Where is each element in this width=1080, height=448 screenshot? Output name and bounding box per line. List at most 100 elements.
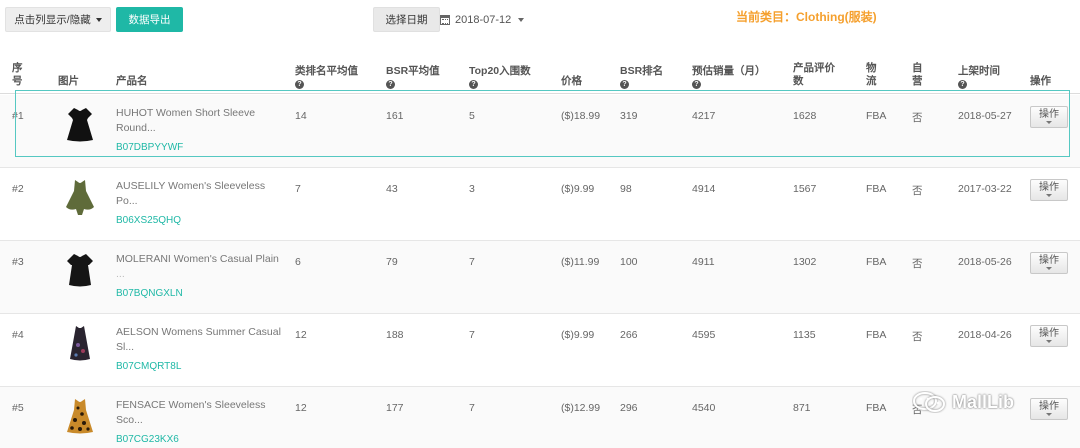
chevron-down-icon bbox=[1046, 413, 1052, 416]
product-name[interactable]: HUHOT Women Short Sleeve Round... bbox=[116, 106, 286, 136]
bsr-avg-value: 161 bbox=[386, 110, 404, 122]
est-sales-value: 4911 bbox=[692, 256, 715, 268]
header-product-name: 产品名 bbox=[116, 75, 148, 87]
product-name[interactable]: AELSON Womens Summer Casual Sl... bbox=[116, 325, 286, 355]
header-logistics: 物 流 bbox=[866, 62, 877, 88]
reviews-value: 1302 bbox=[793, 256, 817, 268]
self-operated-value: 否 bbox=[912, 331, 923, 343]
bsr-avg-value: 188 bbox=[386, 329, 404, 341]
product-image[interactable] bbox=[58, 395, 102, 437]
header-actions: 操作 bbox=[1030, 75, 1051, 87]
row-index: #2 bbox=[12, 183, 24, 195]
row-action-label: 操作 bbox=[1039, 401, 1059, 412]
row-action-label: 操作 bbox=[1039, 255, 1059, 266]
header-listed-time[interactable]: 上架时间 ? bbox=[958, 65, 1000, 91]
self-operated-value: 否 bbox=[912, 258, 923, 270]
header-reviews[interactable]: 产品评价 数 bbox=[793, 62, 835, 88]
header-bsr-rank[interactable]: BSR排名 ? bbox=[620, 65, 663, 91]
asin-link[interactable]: B06XS25QHQ bbox=[116, 215, 181, 226]
chevron-down-icon bbox=[518, 17, 525, 22]
select-date-label: 选择日期 bbox=[385, 14, 428, 26]
dress-black-image bbox=[67, 108, 93, 142]
reviews-value: 871 bbox=[793, 402, 811, 414]
listed-date-value: 2018-05-26 bbox=[958, 256, 1012, 268]
row-action-label: 操作 bbox=[1039, 328, 1059, 339]
help-icon[interactable]: ? bbox=[620, 79, 629, 89]
logistics-value: FBA bbox=[866, 402, 887, 414]
chevron-down-icon bbox=[1046, 267, 1052, 270]
product-name-line2: Sl... bbox=[116, 341, 135, 353]
asin-link[interactable]: B07BQNGXLN bbox=[116, 288, 183, 299]
export-label: 数据导出 bbox=[128, 14, 171, 26]
price-value: ($)12.99 bbox=[561, 402, 601, 414]
row-action-label: 操作 bbox=[1039, 109, 1059, 120]
row-action-button[interactable]: 操作 bbox=[1030, 325, 1068, 347]
wechat-icon bbox=[913, 392, 945, 412]
export-button[interactable]: 数据导出 bbox=[116, 7, 183, 32]
asin-link[interactable]: B07CMQRT8L bbox=[116, 361, 181, 372]
row-index: #5 bbox=[12, 402, 24, 414]
logistics-value: FBA bbox=[866, 110, 887, 122]
header-bsr-avg[interactable]: BSR平均值 ? bbox=[386, 65, 440, 91]
bsr-avg-value: 43 bbox=[386, 183, 398, 195]
select-date-button[interactable]: 选择日期 bbox=[373, 7, 440, 32]
price-value: ($)9.99 bbox=[561, 329, 595, 341]
product-name-line2: Sco... bbox=[116, 414, 143, 426]
asin-link[interactable]: B07CG23KX6 bbox=[116, 434, 179, 445]
header-bsr-rank-label: BSR排名 bbox=[620, 65, 664, 77]
listed-date-value: 2018-05-27 bbox=[958, 110, 1012, 122]
date-value: 2018-07-12 bbox=[455, 13, 512, 26]
bsr-rank-value: 98 bbox=[620, 183, 632, 195]
bsr-rank-value: 266 bbox=[620, 329, 638, 341]
header-top20[interactable]: Top20入围数 ? bbox=[469, 65, 531, 91]
rank-avg-value: 12 bbox=[295, 329, 307, 341]
row-action-button[interactable]: 操作 bbox=[1030, 106, 1068, 128]
product-image[interactable] bbox=[58, 249, 102, 291]
bsr-avg-value: 79 bbox=[386, 256, 398, 268]
help-icon[interactable]: ? bbox=[958, 79, 967, 89]
product-image[interactable] bbox=[58, 176, 102, 218]
header-reviews-line1: 产品评价 bbox=[793, 62, 835, 74]
header-image: 图片 bbox=[58, 75, 79, 87]
top20-value: 7 bbox=[469, 329, 475, 341]
row-action-button[interactable]: 操作 bbox=[1030, 398, 1068, 420]
help-icon[interactable]: ? bbox=[469, 79, 478, 89]
row-action-button[interactable]: 操作 bbox=[1030, 179, 1068, 201]
chevron-down-icon bbox=[95, 17, 102, 22]
row-action-button[interactable]: 操作 bbox=[1030, 252, 1068, 274]
header-index[interactable]: 序 号 bbox=[12, 62, 23, 88]
asin-link[interactable]: B07DBPYYWF bbox=[116, 142, 183, 153]
product-image[interactable] bbox=[58, 322, 102, 364]
toggle-columns-button[interactable]: 点击列显示/隐藏 bbox=[5, 7, 111, 32]
product-name[interactable]: FENSACE Women's Sleeveless Sco... bbox=[116, 398, 286, 428]
product-image[interactable] bbox=[58, 103, 102, 145]
price-value: ($)18.99 bbox=[561, 110, 601, 122]
dress-dark-floral-image bbox=[70, 326, 90, 361]
help-icon[interactable]: ? bbox=[295, 79, 304, 89]
rank-avg-value: 7 bbox=[295, 183, 301, 195]
toolbar: 点击列显示/隐藏 数据导出 选择日期 2018-07-12 当前类目：Cloth… bbox=[0, 0, 1080, 40]
product-name-line1: AELSON Womens Summer Casual bbox=[116, 326, 281, 338]
bsr-rank-value: 100 bbox=[620, 256, 638, 268]
header-self-line2: 营 bbox=[912, 75, 923, 87]
help-icon[interactable]: ? bbox=[386, 79, 395, 89]
listed-date-value: 2018-04-26 bbox=[958, 329, 1012, 341]
table-row: #1 HUHOT Women Short Sleeve Round... B07… bbox=[0, 95, 1080, 168]
header-est-sales[interactable]: 预估销量（月） ? bbox=[692, 65, 766, 91]
reviews-value: 1135 bbox=[793, 329, 816, 341]
header-rank-avg[interactable]: 类排名平均值 ? bbox=[295, 65, 358, 91]
bsr-rank-value: 319 bbox=[620, 110, 638, 122]
product-name[interactable]: MOLERANI Women's Casual Plain ... bbox=[116, 252, 286, 282]
product-name-line2: ... bbox=[116, 268, 125, 280]
product-name[interactable]: AUSELILY Women's Sleeveless Po... bbox=[116, 179, 286, 209]
header-est-sales-label: 预估销量（月） bbox=[692, 65, 766, 77]
product-name-line2: Po... bbox=[116, 195, 138, 207]
bsr-rank-value: 296 bbox=[620, 402, 638, 414]
table-row: #3 MOLERANI Women's Casual Plain ... B07… bbox=[0, 241, 1080, 314]
date-dropdown[interactable]: 2018-07-12 bbox=[440, 7, 525, 32]
help-icon[interactable]: ? bbox=[692, 79, 701, 89]
rank-avg-value: 6 bbox=[295, 256, 301, 268]
self-operated-value: 否 bbox=[912, 185, 923, 197]
toggle-columns-label: 点击列显示/隐藏 bbox=[14, 14, 91, 26]
product-name-line1: FENSACE Women's Sleeveless bbox=[116, 399, 266, 411]
